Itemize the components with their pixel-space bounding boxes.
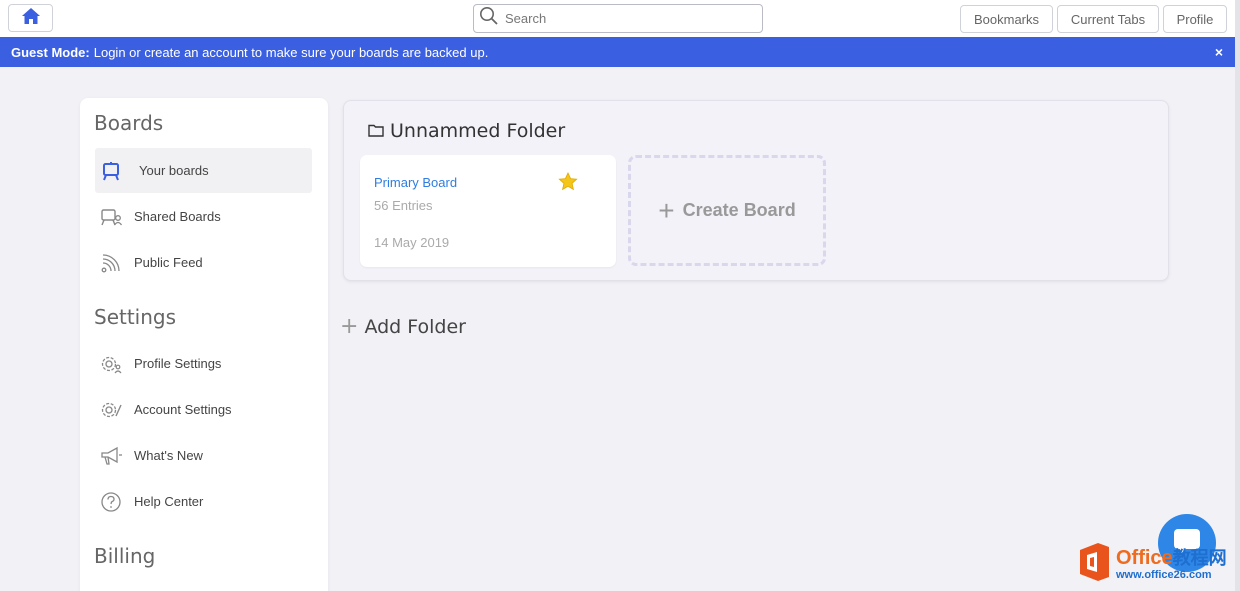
sidebar-item-your-boards[interactable]: Your boards [95,148,312,193]
page-scrollbar[interactable] [1235,0,1240,591]
board-date: 14 May 2019 [374,235,450,250]
watermark-brand-cn: 教程网 [1172,547,1227,568]
sidebar-item-label: Profile Settings [134,356,222,371]
sidebar-item-whats-new[interactable]: What's New [95,433,312,478]
sidebar-item-help-center[interactable]: Help Center [95,479,312,524]
home-icon [21,7,41,30]
search-icon [474,6,499,31]
top-bar: Bookmarks Current Tabs Profile [0,0,1240,37]
watermark-url: www.office26.com [1116,568,1212,581]
bookmarks-button[interactable]: Bookmarks [960,5,1053,33]
board-entries-count: 56 Entries [374,198,433,213]
sidebar-item-label: Account Settings [134,402,232,417]
banner-label: Guest Mode: [11,44,90,60]
sidebar-item-profile-settings[interactable]: Profile Settings [95,341,312,386]
add-folder-label: Add Folder [364,315,466,338]
office-logo-icon [1076,541,1112,588]
add-folder-button[interactable]: + Add Folder [340,314,466,339]
plus-icon: + [658,194,675,226]
home-button[interactable] [8,4,53,32]
sidebar-item-label: Public Feed [134,255,203,270]
search-input[interactable] [505,11,745,26]
account-gear-icon [99,398,123,422]
sidebar-item-shared-boards[interactable]: Shared Boards [95,194,312,239]
board-icon [99,159,123,183]
board-card[interactable]: Primary Board 56 Entries 14 May 2019 [360,155,616,267]
help-icon [99,490,123,514]
sidebar-item-public-feed[interactable]: Public Feed [95,240,312,285]
sidebar-item-label: Shared Boards [134,209,221,224]
current-tabs-button[interactable]: Current Tabs [1057,5,1159,33]
sidebar-item-label: Your boards [139,163,209,178]
sidebar-item-label: What's New [134,448,203,463]
star-icon[interactable] [558,172,578,196]
folder-panel: Unnammed Folder Primary Board 56 Entries… [343,100,1169,281]
folder-icon [368,120,390,142]
folder-title-text: Unnammed Folder [390,120,566,142]
megaphone-icon [99,444,123,468]
boards-section-title: Boards [94,111,164,135]
billing-section-title: Billing [94,544,156,568]
profile-gear-icon [99,352,123,376]
watermark: Office教程网 www.office26.com [1076,540,1238,588]
close-icon[interactable]: × [1215,44,1223,60]
settings-section-title: Settings [94,305,177,329]
profile-button[interactable]: Profile [1163,5,1227,33]
rss-icon [99,251,123,275]
watermark-brand: Office [1116,546,1173,569]
plus-icon: + [340,314,359,339]
create-board-label: Create Board [682,200,796,220]
board-name[interactable]: Primary Board [374,175,457,190]
guest-mode-banner: Guest Mode: Login or create an account t… [0,37,1235,67]
folder-title[interactable]: Unnammed Folder [368,120,565,142]
sidebar-item-label: Help Center [134,494,204,509]
search-box[interactable] [473,4,763,33]
sidebar: Boards Your boards Shared Boards Public … [80,98,328,591]
shared-board-icon [99,205,123,229]
sidebar-item-account-settings[interactable]: Account Settings [95,387,312,432]
create-board-button[interactable]: + Create Board [628,155,826,266]
banner-message[interactable]: Login or create an account to make sure … [94,45,489,60]
